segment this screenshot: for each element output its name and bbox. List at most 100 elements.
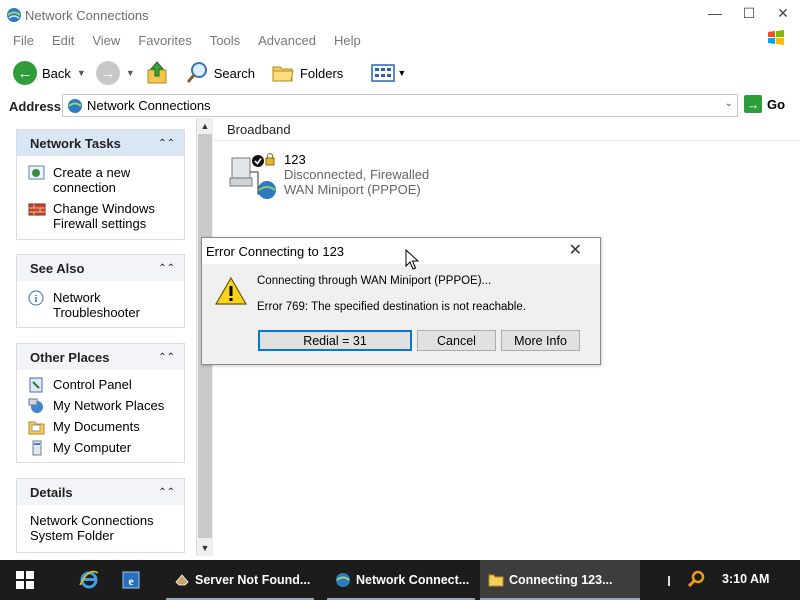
control-panel-icon: [29, 377, 43, 393]
mouse-cursor-icon: [405, 249, 419, 270]
details-name: Network Connections: [30, 513, 154, 528]
title-bar: Network Connections — ☐ ✕: [0, 0, 800, 30]
tray-divider: [668, 576, 670, 586]
windows-logo-icon: [768, 30, 784, 45]
my-network-places-link[interactable]: My Network Places: [17, 396, 184, 417]
network-connections-icon: [7, 8, 21, 22]
views-dropdown-icon: ▼: [397, 68, 407, 78]
details-header[interactable]: Details ⌃⌃: [17, 479, 184, 505]
address-label: Address: [9, 98, 62, 114]
address-field[interactable]: Network Connections ⌄: [62, 94, 738, 117]
toolbar: ← Back ▼ → ▼ Search Folders ▼: [0, 55, 800, 91]
network-troubleshooter-link[interactable]: i Network Troubleshooter: [17, 287, 184, 323]
connection-name: 123: [284, 152, 306, 167]
menu-view[interactable]: View: [92, 33, 120, 48]
menu-file[interactable]: File: [13, 33, 34, 48]
collapse-icon[interactable]: ⌃⌃: [158, 263, 175, 274]
collapse-icon[interactable]: ⌃⌃: [158, 487, 175, 498]
firewall-settings-link[interactable]: Change Windows Firewall settings: [17, 198, 184, 234]
internet-explorer-icon[interactable]: [78, 569, 100, 591]
cancel-button[interactable]: Cancel: [417, 330, 496, 351]
svg-text:i: i: [35, 294, 38, 305]
dialog-title: Error Connecting to 123: [206, 243, 345, 259]
folder-up-icon: [147, 61, 167, 84]
views-button[interactable]: ▼: [367, 58, 410, 88]
back-button[interactable]: ← Back: [9, 58, 75, 88]
group-divider: [214, 140, 800, 141]
network-places-icon: [28, 398, 43, 413]
forward-dropdown-icon[interactable]: ▼: [126, 68, 135, 78]
back-dropdown-icon[interactable]: ▼: [77, 68, 86, 78]
taskbar-item-connecting-123[interactable]: Connecting 123...: [480, 560, 640, 600]
task-pane: Network Tasks ⌃⌃ Create a new connection…: [0, 118, 196, 558]
menu-tools[interactable]: Tools: [210, 33, 240, 48]
scroll-up-icon[interactable]: ▲: [197, 118, 213, 134]
info-icon: i: [28, 290, 44, 306]
up-button[interactable]: [141, 58, 173, 88]
firefox-icon: [175, 574, 189, 586]
control-panel-link[interactable]: Control Panel: [17, 375, 184, 396]
error-dialog: Error Connecting to 123 ✕ Connecting thr…: [201, 237, 601, 365]
folders-icon: [272, 66, 294, 82]
taskbar: e Server Not Found... Network Connect...…: [0, 560, 800, 600]
group-header-broadband: Broadband: [227, 122, 291, 137]
connection-device: WAN Miniport (PPPOE): [284, 182, 421, 197]
close-button[interactable]: ✕: [766, 0, 800, 26]
dialog-title-bar: Error Connecting to 123 ✕: [202, 238, 600, 264]
new-connection-icon: [28, 165, 45, 180]
menu-bar: File Edit View Favorites Tools Advanced …: [0, 30, 800, 50]
forward-button[interactable]: →: [92, 58, 124, 88]
back-arrow-icon: ←: [13, 61, 37, 85]
create-connection-link[interactable]: Create a new connection: [17, 162, 184, 198]
maximize-button[interactable]: ☐: [732, 0, 766, 26]
redial-button[interactable]: Redial = 31: [258, 330, 412, 351]
taskbar-item-network-connections[interactable]: Network Connect...: [327, 560, 475, 600]
search-icon: [186, 62, 207, 83]
start-button[interactable]: [0, 560, 50, 600]
connection-status: Disconnected, Firewalled: [284, 167, 430, 182]
clock[interactable]: 3:10 AM: [722, 572, 769, 586]
firewall-icon: [28, 203, 46, 216]
network-tasks-panel: Network Tasks ⌃⌃ Create a new connection…: [16, 129, 185, 240]
details-panel: Details ⌃⌃ Network Connections System Fo…: [16, 478, 185, 553]
details-type: System Folder: [30, 528, 114, 543]
minimize-button[interactable]: —: [698, 0, 732, 26]
computer-icon: [32, 440, 42, 456]
collapse-icon[interactable]: ⌃⌃: [158, 138, 175, 149]
search-button[interactable]: Search: [181, 58, 259, 88]
menu-edit[interactable]: Edit: [52, 33, 74, 48]
other-places-header[interactable]: Other Places ⌃⌃: [17, 344, 184, 370]
taskbar-item-server-not-found[interactable]: Server Not Found...: [166, 560, 314, 600]
warning-icon: [215, 276, 247, 305]
collapse-icon[interactable]: ⌃⌃: [158, 352, 175, 363]
folder-icon: [488, 574, 504, 587]
scroll-down-icon[interactable]: ▼: [197, 540, 213, 556]
tray-search-icon[interactable]: [686, 569, 706, 589]
address-bar: Address Network Connections ⌄ → Go: [0, 94, 800, 118]
address-dropdown-icon[interactable]: ⌄: [725, 98, 733, 109]
connection-item[interactable]: 123 Disconnected, Firewalled WAN Minipor…: [228, 152, 429, 204]
my-documents-link[interactable]: My Documents: [17, 417, 184, 438]
dialog-message-progress: Connecting through WAN Miniport (PPPOE).…: [257, 275, 492, 287]
menu-help[interactable]: Help: [334, 33, 361, 48]
network-connections-icon: [336, 573, 350, 587]
network-connections-icon: [68, 98, 82, 113]
my-computer-link[interactable]: My Computer: [17, 438, 184, 459]
ie-pinned-icon[interactable]: e: [120, 569, 142, 591]
go-button[interactable]: → Go: [744, 95, 785, 113]
dialog-message-error: Error 769: The specified destination is …: [257, 301, 526, 313]
broadband-connection-icon: [229, 153, 276, 199]
dialog-close-icon[interactable]: ✕: [569, 240, 582, 260]
menu-favorites[interactable]: Favorites: [138, 33, 191, 48]
menu-advanced[interactable]: Advanced: [258, 33, 316, 48]
network-tasks-header[interactable]: Network Tasks ⌃⌃: [17, 130, 184, 156]
see-also-header[interactable]: See Also ⌃⌃: [17, 255, 184, 281]
other-places-panel: Other Places ⌃⌃ Control Panel My Network…: [16, 343, 185, 463]
go-arrow-icon: →: [744, 95, 762, 113]
more-info-button[interactable]: More Info: [501, 330, 580, 351]
folders-button[interactable]: Folders: [267, 58, 347, 88]
see-also-panel: See Also ⌃⌃ i Network Troubleshooter: [16, 254, 185, 328]
address-value: Network Connections: [87, 98, 211, 113]
window-title: Network Connections: [25, 7, 149, 23]
views-icon: [371, 64, 396, 82]
